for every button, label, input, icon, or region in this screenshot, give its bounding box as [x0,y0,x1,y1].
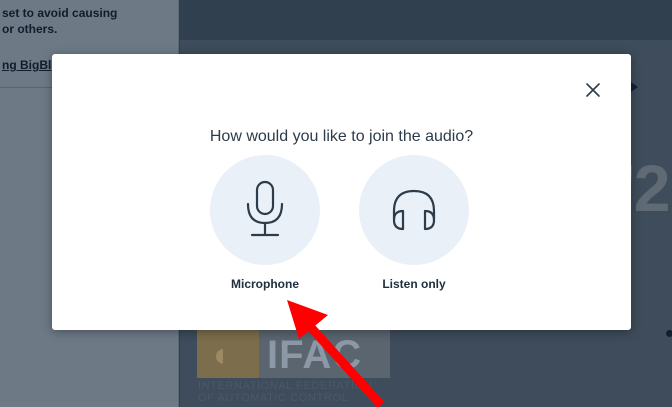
ifac-logo-text: IFAC [267,333,363,377]
screen: set to avoid causing or others. ng BigBl… [0,0,672,407]
chat-link[interactable]: ng BigBl [2,58,51,72]
listen-only-option-circle[interactable] [359,155,469,265]
microphone-option-button[interactable]: Microphone [210,155,320,291]
slide-bullet [666,330,672,337]
join-audio-modal: How would you like to join the audio? Mi… [52,54,631,330]
close-icon [586,83,600,97]
chat-message-line: or others. [2,22,58,36]
ifac-caption: INTERNATIONAL FEDERATION OF AUTOMATIC CO… [198,380,372,404]
ifac-caption-line: OF AUTOMATIC CONTROL [198,392,349,404]
listen-only-option-button[interactable]: Listen only [359,155,469,291]
ifac-logo-symbol: ◖ [209,336,230,374]
headphones-icon [392,189,436,231]
microphone-option-circle[interactable] [210,155,320,265]
ifac-caption-line: INTERNATIONAL FEDERATION [198,380,373,392]
close-button[interactable] [582,79,604,101]
microphone-icon [246,180,284,237]
ifac-logo: ◖ IFAC [197,330,390,378]
microphone-option-label: Microphone [231,277,299,291]
chat-message-line: set to avoid causing [2,6,118,20]
modal-title: How would you like to join the audio? [209,128,474,145]
listen-only-option-label: Listen only [382,277,446,291]
